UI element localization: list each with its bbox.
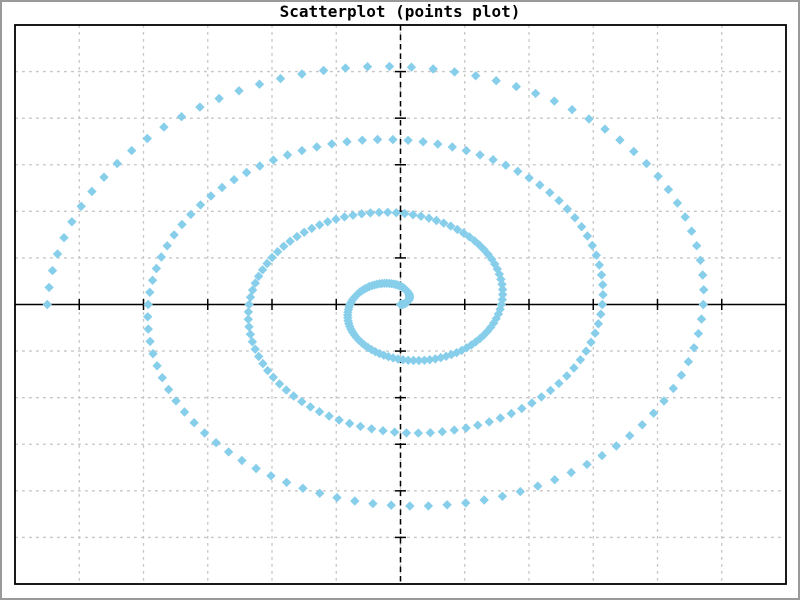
scatter-chart xyxy=(0,0,800,600)
chart-title: Scatterplot (points plot) xyxy=(0,2,800,22)
plot-window: Scatterplot (points plot) xyxy=(0,0,800,600)
